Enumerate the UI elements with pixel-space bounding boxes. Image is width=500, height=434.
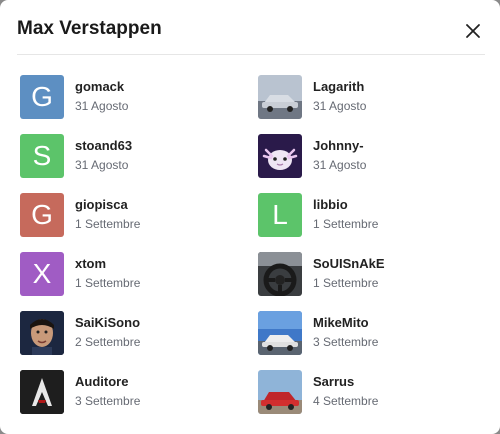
avatar xyxy=(258,311,302,355)
user-name[interactable]: MikeMito xyxy=(313,315,369,330)
like-date: 31 Agosto xyxy=(75,158,129,172)
user-name[interactable]: SaiKiSono xyxy=(75,315,140,330)
steering-wheel-photo-icon xyxy=(258,252,302,296)
list-item[interactable]: G giopisca 1 Settembre xyxy=(20,193,240,237)
close-button[interactable] xyxy=(462,20,484,42)
avatar-letter: S xyxy=(32,140,52,171)
like-date: 1 Settembre xyxy=(75,276,141,290)
like-date: 1 Settembre xyxy=(313,276,379,290)
list-item[interactable]: Lagarith 31 Agosto xyxy=(258,75,478,119)
list-item[interactable]: S stoand63 31 Agosto xyxy=(20,134,240,178)
list-item[interactable]: Sarrus 4 Settembre xyxy=(258,370,478,414)
header-divider xyxy=(17,54,485,55)
portrait-photo-icon xyxy=(20,311,64,355)
list-item[interactable]: G gomack 31 Agosto xyxy=(20,75,240,119)
user-name[interactable]: giopisca xyxy=(75,197,128,212)
car-photo-icon xyxy=(258,311,302,355)
avatar-letter: L xyxy=(272,199,288,230)
dialog-header: Max Verstappen xyxy=(0,0,500,54)
user-name[interactable]: Johnny- xyxy=(313,138,364,153)
list-item[interactable]: SoUISnAkE 1 Settembre xyxy=(258,252,478,296)
like-date: 31 Agosto xyxy=(313,158,367,172)
like-date: 1 Settembre xyxy=(313,217,379,231)
list-item[interactable]: SaiKiSono 2 Settembre xyxy=(20,311,240,355)
user-name[interactable]: stoand63 xyxy=(75,138,132,153)
avatar xyxy=(20,370,64,414)
user-name[interactable]: xtom xyxy=(75,256,106,271)
list-item[interactable]: Auditore 3 Settembre xyxy=(20,370,240,414)
list-item[interactable]: L libbio 1 Settembre xyxy=(258,193,478,237)
list-item[interactable]: MikeMito 3 Settembre xyxy=(258,311,478,355)
avatar xyxy=(20,311,64,355)
red-car-photo-icon xyxy=(258,370,302,414)
like-date: 4 Settembre xyxy=(313,394,379,408)
user-name[interactable]: Auditore xyxy=(75,374,128,389)
avatar: S xyxy=(20,134,64,178)
avatar-letter: G xyxy=(31,199,53,230)
avatar xyxy=(258,370,302,414)
user-name[interactable]: SoUISnAkE xyxy=(313,256,385,271)
dialog-title: Max Verstappen xyxy=(17,18,162,39)
avatar-letter: G xyxy=(31,81,53,112)
list-item[interactable]: Johnny- 31 Agosto xyxy=(258,134,478,178)
axolotl-image-icon xyxy=(258,134,302,178)
avatar xyxy=(258,252,302,296)
user-name[interactable]: gomack xyxy=(75,79,124,94)
avatar xyxy=(258,134,302,178)
avatar: L xyxy=(258,193,302,237)
like-date: 3 Settembre xyxy=(75,394,141,408)
user-name[interactable]: Sarrus xyxy=(313,374,354,389)
like-date: 2 Settembre xyxy=(75,335,141,349)
like-date: 1 Settembre xyxy=(75,217,141,231)
avatar-letter: X xyxy=(32,258,52,289)
like-date: 31 Agosto xyxy=(313,99,367,113)
like-date: 31 Agosto xyxy=(75,99,129,113)
likes-dialog: Max Verstappen G gomack 31 Agosto S stoa… xyxy=(0,0,500,434)
assassin-logo-icon xyxy=(20,370,64,414)
user-name[interactable]: Lagarith xyxy=(313,79,364,94)
like-date: 3 Settembre xyxy=(313,335,379,349)
user-name[interactable]: libbio xyxy=(313,197,348,212)
avatar: G xyxy=(20,193,64,237)
car-photo-icon xyxy=(258,75,302,119)
avatar xyxy=(258,75,302,119)
avatar: X xyxy=(20,252,64,296)
close-icon xyxy=(466,24,480,38)
list-item[interactable]: X xtom 1 Settembre xyxy=(20,252,240,296)
avatar: G xyxy=(20,75,64,119)
